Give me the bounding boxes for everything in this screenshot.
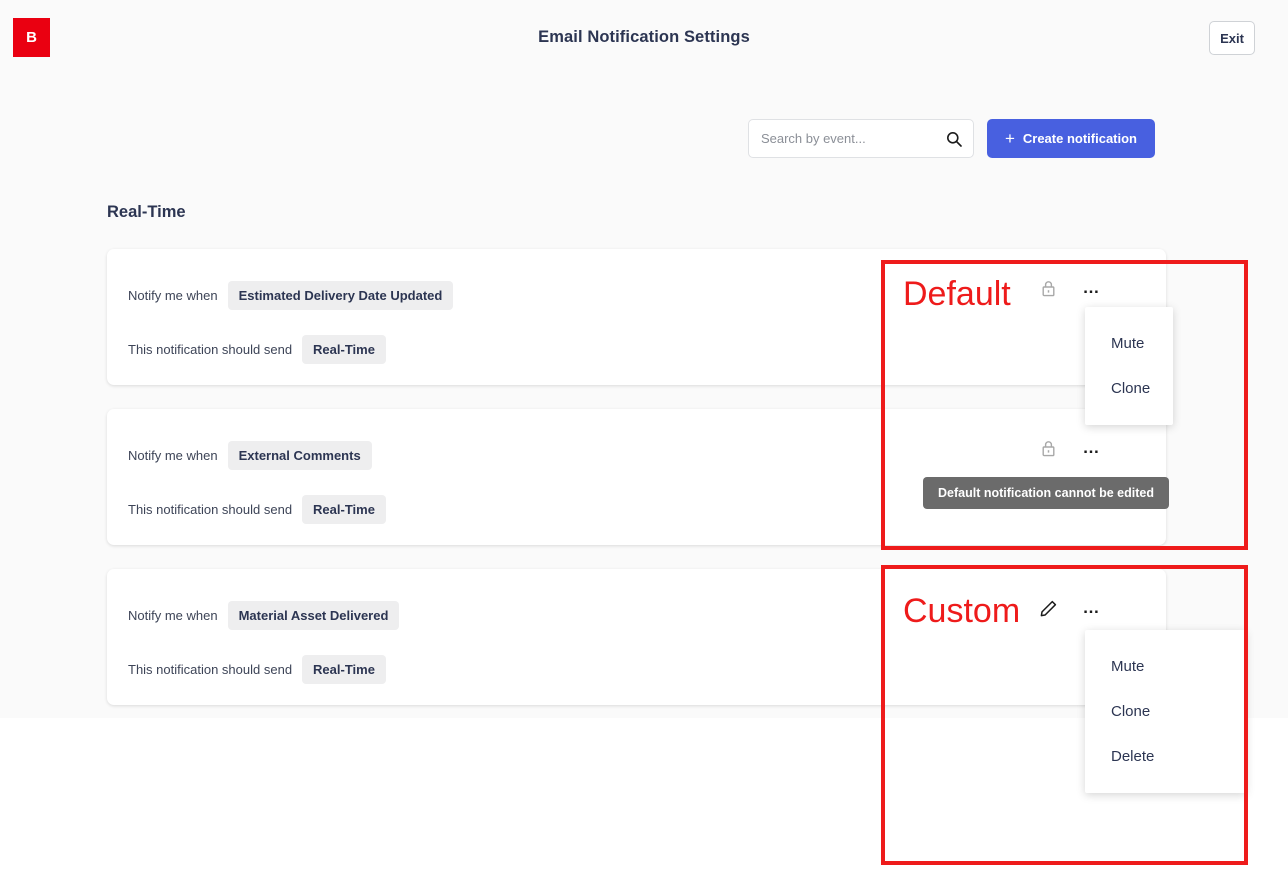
event-chip: Estimated Delivery Date Updated — [227, 280, 454, 310]
create-notification-label: Create notification — [1022, 131, 1137, 146]
search-icon[interactable] — [946, 131, 962, 147]
should-send-label: This notification should send — [128, 661, 293, 677]
notify-when-label: Notify me when — [128, 607, 218, 623]
ellipsis-glyph: … — [1082, 598, 1102, 618]
frequency-chip: Real-Time — [302, 494, 386, 524]
ellipsis-icon[interactable]: … — [1082, 598, 1102, 618]
notification-frequency-row: This notification should send Real-Time — [128, 334, 1166, 364]
card-actions: … — [1038, 438, 1102, 458]
menu-item-clone[interactable]: Clone — [1085, 366, 1173, 411]
notification-card[interactable]: Notify me when Material Asset Delivered … — [107, 569, 1166, 705]
should-send-label: This notification should send — [128, 341, 293, 357]
lock-icon — [1038, 438, 1058, 458]
card-actions: … — [1038, 278, 1102, 298]
event-chip: External Comments — [227, 440, 372, 470]
plus-icon: + — [1004, 128, 1015, 148]
custom-context-menu: Mute Clone Delete — [1085, 630, 1246, 793]
frequency-chip: Real-Time — [302, 654, 386, 684]
notification-card[interactable]: Notify me when Estimated Delivery Date U… — [107, 249, 1166, 385]
notification-frequency-row: This notification should send Real-Time — [128, 654, 1166, 684]
ellipsis-icon[interactable]: … — [1082, 438, 1102, 458]
pencil-icon[interactable] — [1038, 598, 1058, 618]
app-root: B Email Notification Settings Exit + Cre… — [0, 0, 1288, 876]
exit-button[interactable]: Exit — [1209, 21, 1255, 55]
toolbar: + Create notification — [747, 119, 1155, 158]
notification-event-row: Notify me when External Comments — [128, 440, 1166, 470]
menu-item-mute[interactable]: Mute — [1085, 644, 1246, 689]
annotation-label-custom: Custom — [903, 592, 1021, 630]
ellipsis-glyph: … — [1082, 438, 1102, 458]
ellipsis-glyph: … — [1082, 278, 1102, 298]
tooltip-default-locked: Default notification cannot be edited — [923, 477, 1169, 509]
notify-when-label: Notify me when — [128, 287, 218, 303]
card-actions: … — [1038, 598, 1102, 618]
ellipsis-icon[interactable]: … — [1082, 278, 1102, 298]
menu-item-delete[interactable]: Delete — [1085, 734, 1246, 779]
default-context-menu: Mute Clone — [1085, 307, 1173, 425]
event-chip: Material Asset Delivered — [227, 600, 400, 630]
section-heading-real-time: Real-Time — [107, 203, 186, 221]
page-title: Email Notification Settings — [538, 28, 750, 46]
top-bar: B Email Notification Settings Exit — [0, 0, 1288, 76]
frequency-chip: Real-Time — [302, 334, 386, 364]
should-send-label: This notification should send — [128, 501, 293, 517]
exit-button-label: Exit — [1220, 30, 1244, 46]
search-box[interactable] — [747, 119, 974, 158]
menu-item-mute[interactable]: Mute — [1085, 321, 1173, 366]
notify-when-label: Notify me when — [128, 447, 218, 463]
lock-icon — [1038, 278, 1058, 298]
search-input[interactable] — [748, 120, 973, 157]
create-notification-button[interactable]: + Create notification — [986, 119, 1155, 158]
menu-item-clone[interactable]: Clone — [1085, 689, 1246, 734]
annotation-label-default: Default — [903, 275, 1011, 313]
